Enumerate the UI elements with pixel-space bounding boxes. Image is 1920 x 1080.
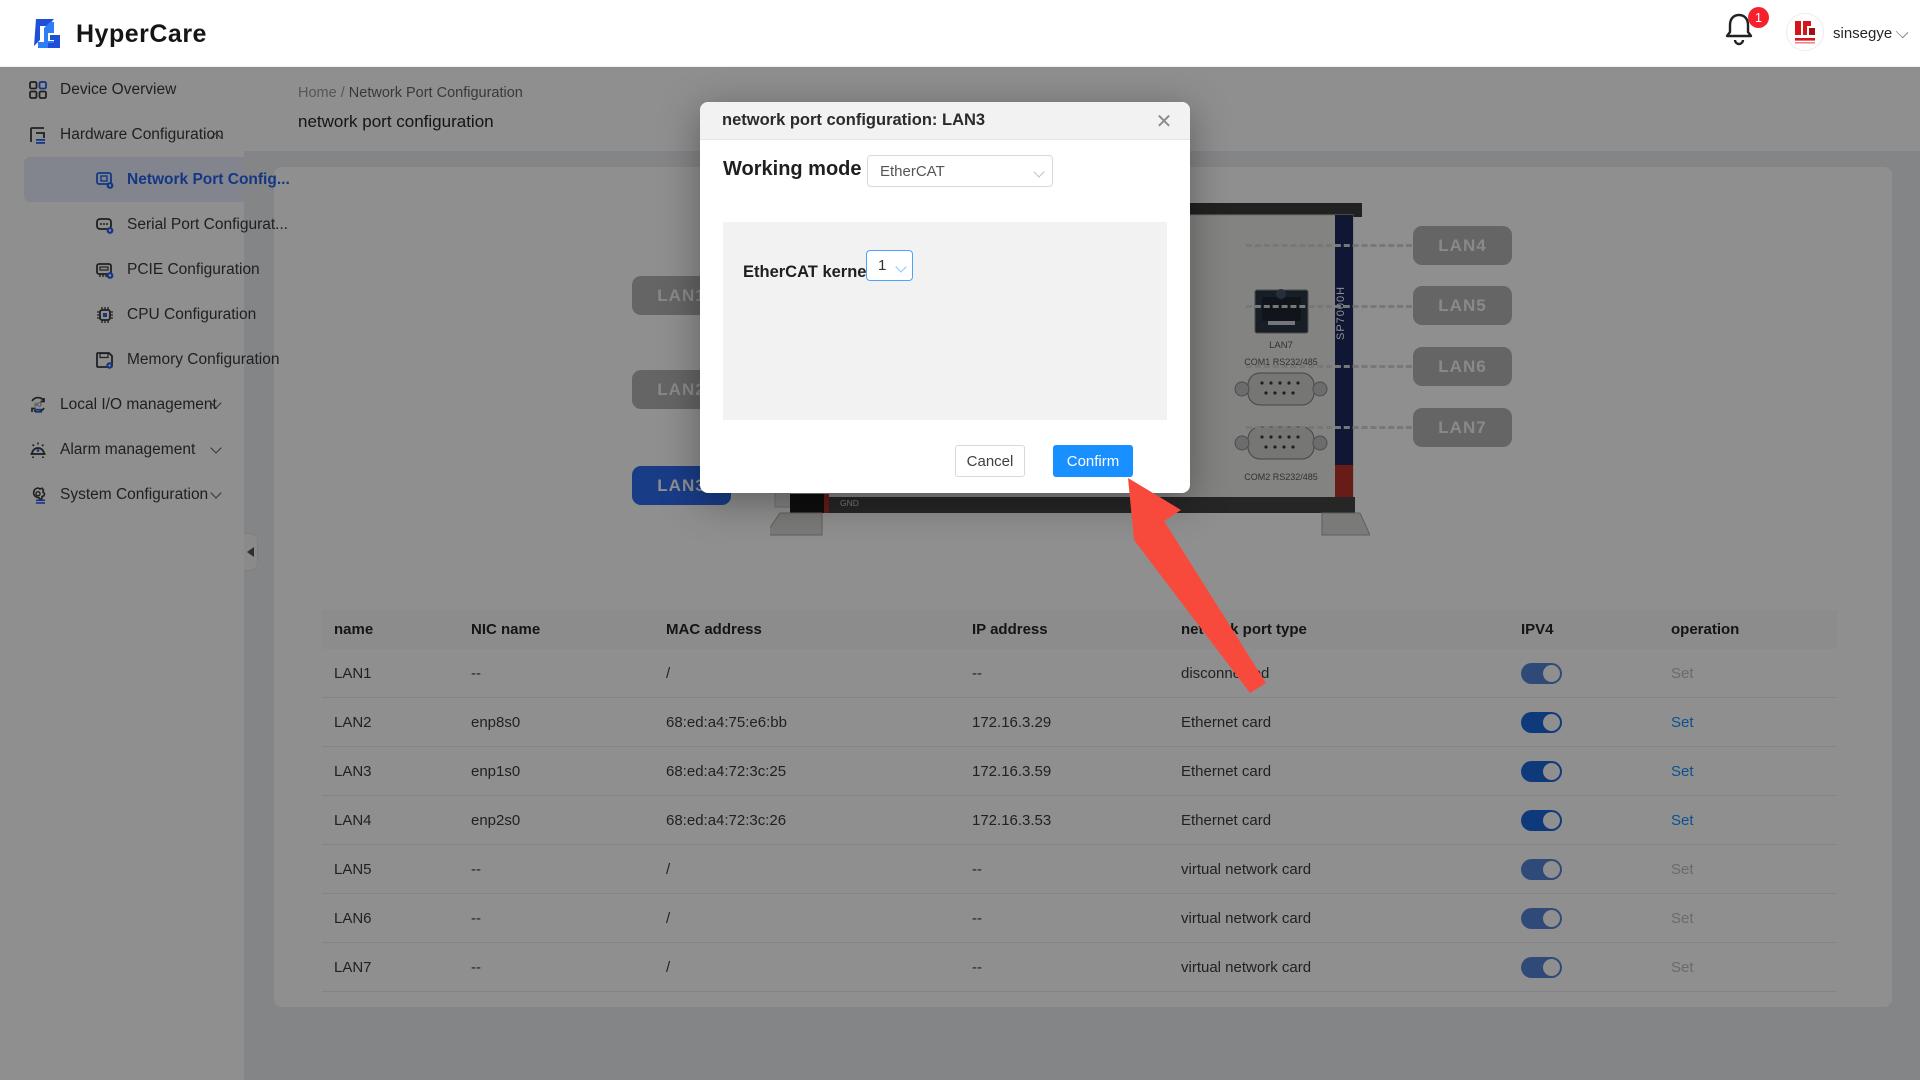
working-mode-value: EtherCAT — [880, 162, 945, 180]
avatar-logo-mark — [1795, 21, 1815, 44]
avatar[interactable] — [1786, 13, 1824, 51]
cancel-button[interactable]: Cancel — [955, 445, 1025, 477]
close-icon[interactable]: ✕ — [1152, 109, 1176, 133]
network-port-config-modal: network port configuration: LAN3 ✕ Worki… — [700, 102, 1190, 493]
ethercat-kernel-value: 1 — [878, 257, 887, 274]
modal-footer: Cancel Confirm — [700, 445, 1190, 477]
chevron-down-icon — [1033, 166, 1045, 178]
app-logo: HyperCare — [24, 13, 207, 55]
modal-header: network port configuration: LAN3 ✕ — [700, 102, 1190, 140]
notification-badge: 1 — [1748, 7, 1769, 28]
confirm-button[interactable]: Confirm — [1053, 445, 1133, 477]
working-mode-select[interactable]: EtherCAT — [867, 155, 1053, 187]
chevron-down-icon — [895, 261, 907, 273]
app-header: HyperCare 1 sinsegye — [0, 0, 1920, 67]
hypercare-logo-icon — [34, 19, 60, 48]
logo-text: HyperCare — [76, 19, 207, 48]
ethercat-kernel-select[interactable]: 1 — [866, 250, 913, 281]
working-mode-label: Working mode — [723, 158, 862, 180]
ethercat-kernel-panel: EtherCAT kernel： 1 — [723, 222, 1167, 420]
user-menu-chevron-down-icon[interactable] — [1895, 25, 1909, 39]
modal-title: network port configuration: LAN3 — [722, 111, 986, 129]
username-label: sinsegye — [1833, 25, 1893, 42]
